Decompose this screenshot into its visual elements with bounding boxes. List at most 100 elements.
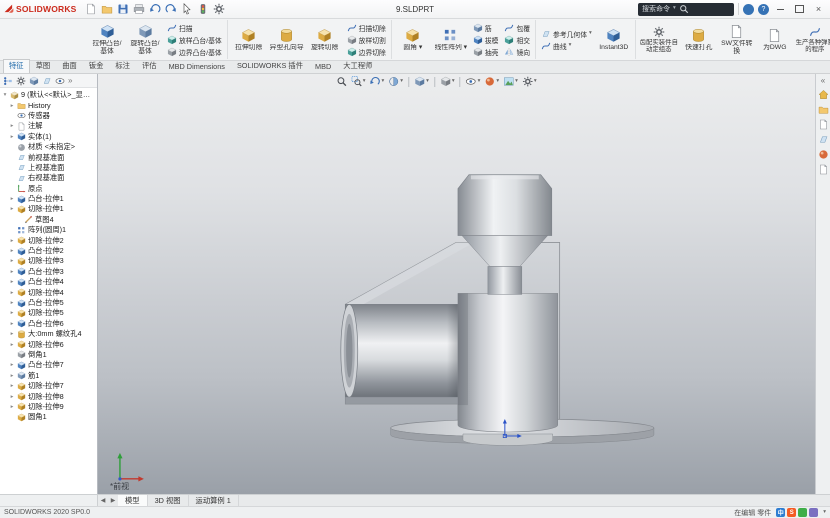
boundary-cut-button[interactable]: 边界切除 [345, 46, 388, 57]
mirror-button[interactable]: 镜向 [502, 46, 532, 57]
tree-arrow-icon[interactable]: ▸ [9, 248, 15, 254]
tree-arrow-icon[interactable]: ▸ [9, 258, 15, 264]
apply-scene-button[interactable]: ▾ [502, 75, 519, 88]
tree-item-6[interactable]: 前视基准面 [0, 152, 97, 162]
tabs-next-icon[interactable]: ▶ [108, 495, 118, 506]
search-icon[interactable] [679, 4, 689, 14]
hide-show-items-button[interactable]: ▾ [465, 75, 482, 88]
new-file-button[interactable] [84, 2, 99, 16]
tree-arrow-icon[interactable]: ▸ [9, 134, 15, 140]
tree-item-4[interactable]: ▸实体(1) [0, 132, 97, 142]
commandmanager-tab-8[interactable]: MBD [309, 60, 337, 73]
extruded-cut-button[interactable]: 拉伸切除 [231, 22, 267, 57]
design-library-button[interactable] [818, 104, 829, 115]
tree-item-13[interactable]: 阵列(圆周)1 [0, 225, 97, 235]
undo-button[interactable] [148, 2, 163, 16]
fm-display-tab[interactable] [55, 76, 65, 86]
tree-arrow-icon[interactable]: ▸ [9, 300, 15, 306]
tray-caret-icon[interactable]: ▾ [823, 510, 826, 516]
ime-state-icon[interactable] [798, 508, 807, 517]
curves-button[interactable]: 曲线▾ [539, 40, 594, 51]
redo-button[interactable] [164, 2, 179, 16]
tree-arrow-icon[interactable]: ▸ [9, 342, 15, 348]
revolved-cut-button[interactable]: 旋转切除 [307, 22, 343, 57]
maximize-button[interactable] [792, 3, 807, 16]
tree-item-12[interactable]: 草图4 [0, 215, 97, 225]
file-explorer-button[interactable] [818, 119, 829, 130]
display-style-button[interactable]: ▾ [439, 75, 456, 88]
sw-resources-button[interactable] [818, 89, 829, 100]
appearances-button[interactable] [818, 149, 829, 160]
help-button[interactable]: ? [758, 4, 769, 15]
instant3d-button[interactable]: Instant3D [596, 22, 632, 57]
commandmanager-tab-6[interactable]: MBD Dimensions [163, 60, 231, 73]
commandmanager-tab-9[interactable]: 大工程师 [337, 59, 378, 73]
tree-arrow-icon[interactable]: ▸ [9, 269, 15, 275]
extruded-boss-button[interactable]: 拉伸凸台/基体 [89, 22, 125, 57]
draft-button[interactable]: 拔模 [471, 34, 501, 45]
tree-item-20[interactable]: ▸凸台-拉伸5 [0, 298, 97, 308]
collapse-pane-icon[interactable]: « [821, 76, 825, 85]
swept-cut-button[interactable]: 扫描切除 [345, 22, 388, 33]
rebuild-button[interactable] [196, 2, 211, 16]
quick-hole-button[interactable]: 快速打孔 [681, 22, 717, 57]
tree-item-21[interactable]: ▸切除-拉伸5 [0, 308, 97, 318]
tree-item-31[interactable]: 圆角1 [0, 412, 97, 422]
view-orientation-button[interactable]: ▾ [413, 75, 430, 88]
tree-arrow-icon[interactable]: ▸ [9, 373, 15, 379]
tree-arrow-icon[interactable]: ▾ [2, 92, 8, 98]
open-file-button[interactable] [100, 2, 115, 16]
commandmanager-tab-0[interactable]: 特征 [3, 59, 30, 73]
pane-flyout-icon[interactable]: » [68, 76, 72, 85]
tree-item-25[interactable]: 倒角1 [0, 350, 97, 360]
tree-item-28[interactable]: ▸切除-拉伸7 [0, 381, 97, 391]
tree-item-29[interactable]: ▸切除-拉伸8 [0, 391, 97, 401]
hole-wizard-button[interactable]: 异型孔向导 [269, 22, 305, 57]
lofted-cut-button[interactable]: 放样切割 [345, 34, 388, 45]
tree-item-26[interactable]: ▸凸台-拉伸7 [0, 360, 97, 370]
tree-item-16[interactable]: ▸切除-拉伸3 [0, 256, 97, 266]
lofted-boss-button[interactable]: 放样凸台/基体 [165, 34, 224, 45]
tree-item-17[interactable]: ▸凸台-拉伸3 [0, 267, 97, 277]
view-settings-button[interactable]: ▾ [521, 75, 538, 88]
tree-item-9[interactable]: 原点 [0, 184, 97, 194]
section-view-button[interactable]: ▾ [387, 75, 404, 88]
tree-arrow-icon[interactable]: ▸ [9, 279, 15, 285]
sogou-ime-icon[interactable]: S [787, 508, 796, 517]
tree-item-8[interactable]: 右视基准面 [0, 173, 97, 183]
print-button[interactable] [132, 2, 147, 16]
wrap-button[interactable]: 包覆 [502, 22, 532, 33]
zoom-fit-button[interactable] [335, 75, 348, 88]
tree-arrow-icon[interactable]: ▸ [9, 123, 15, 129]
commandmanager-tab-4[interactable]: 标注 [109, 59, 136, 73]
tree-item-11[interactable]: ▸切除-拉伸1 [0, 204, 97, 214]
file-convert-button[interactable]: SW文件转换 [719, 22, 755, 57]
tree-item-1[interactable]: ▸History [0, 100, 97, 110]
model-canvas[interactable] [98, 74, 815, 494]
tree-arrow-icon[interactable]: ▸ [9, 331, 15, 337]
commandmanager-tab-5[interactable]: 评估 [136, 59, 163, 73]
linear-pattern-button[interactable]: 线性阵列 ▾ [433, 22, 469, 57]
tree-item-23[interactable]: ▸大:0mm 螺纹孔4 [0, 329, 97, 339]
tree-item-5[interactable]: 材质 <未指定> [0, 142, 97, 152]
fm-tree-tab[interactable] [3, 76, 13, 86]
command-search-input[interactable]: 搜索命令 ▾ [638, 3, 734, 16]
document-tab-1[interactable]: 3D 视图 [148, 495, 189, 506]
fillet-button[interactable]: 圆角 ▾ [395, 22, 431, 57]
swept-boss-button[interactable]: 扫描 [165, 22, 224, 33]
view-palette-button[interactable] [818, 134, 829, 145]
boundary-boss-button[interactable]: 边界凸台/基体 [165, 46, 224, 57]
tree-item-22[interactable]: ▸凸台-拉伸6 [0, 319, 97, 329]
macro-gear-button[interactable]: 齿配实装件自动定组态 [639, 22, 679, 57]
tree-arrow-icon[interactable]: ▸ [9, 103, 15, 109]
close-button[interactable]: × [811, 3, 826, 16]
tree-arrow-icon[interactable]: ▸ [9, 290, 15, 296]
fm-property-tab[interactable] [16, 76, 26, 86]
rib-button[interactable]: 筋 [471, 22, 501, 33]
to-dwg-button[interactable]: 为DWG [757, 22, 793, 57]
tree-arrow-icon[interactable]: ▸ [9, 310, 15, 316]
tree-item-19[interactable]: ▸切除-拉伸4 [0, 287, 97, 297]
commandmanager-tab-7[interactable]: SOLIDWORKS 插件 [231, 59, 309, 73]
minimize-button[interactable] [773, 3, 788, 16]
tree-arrow-icon[interactable]: ▸ [9, 238, 15, 244]
